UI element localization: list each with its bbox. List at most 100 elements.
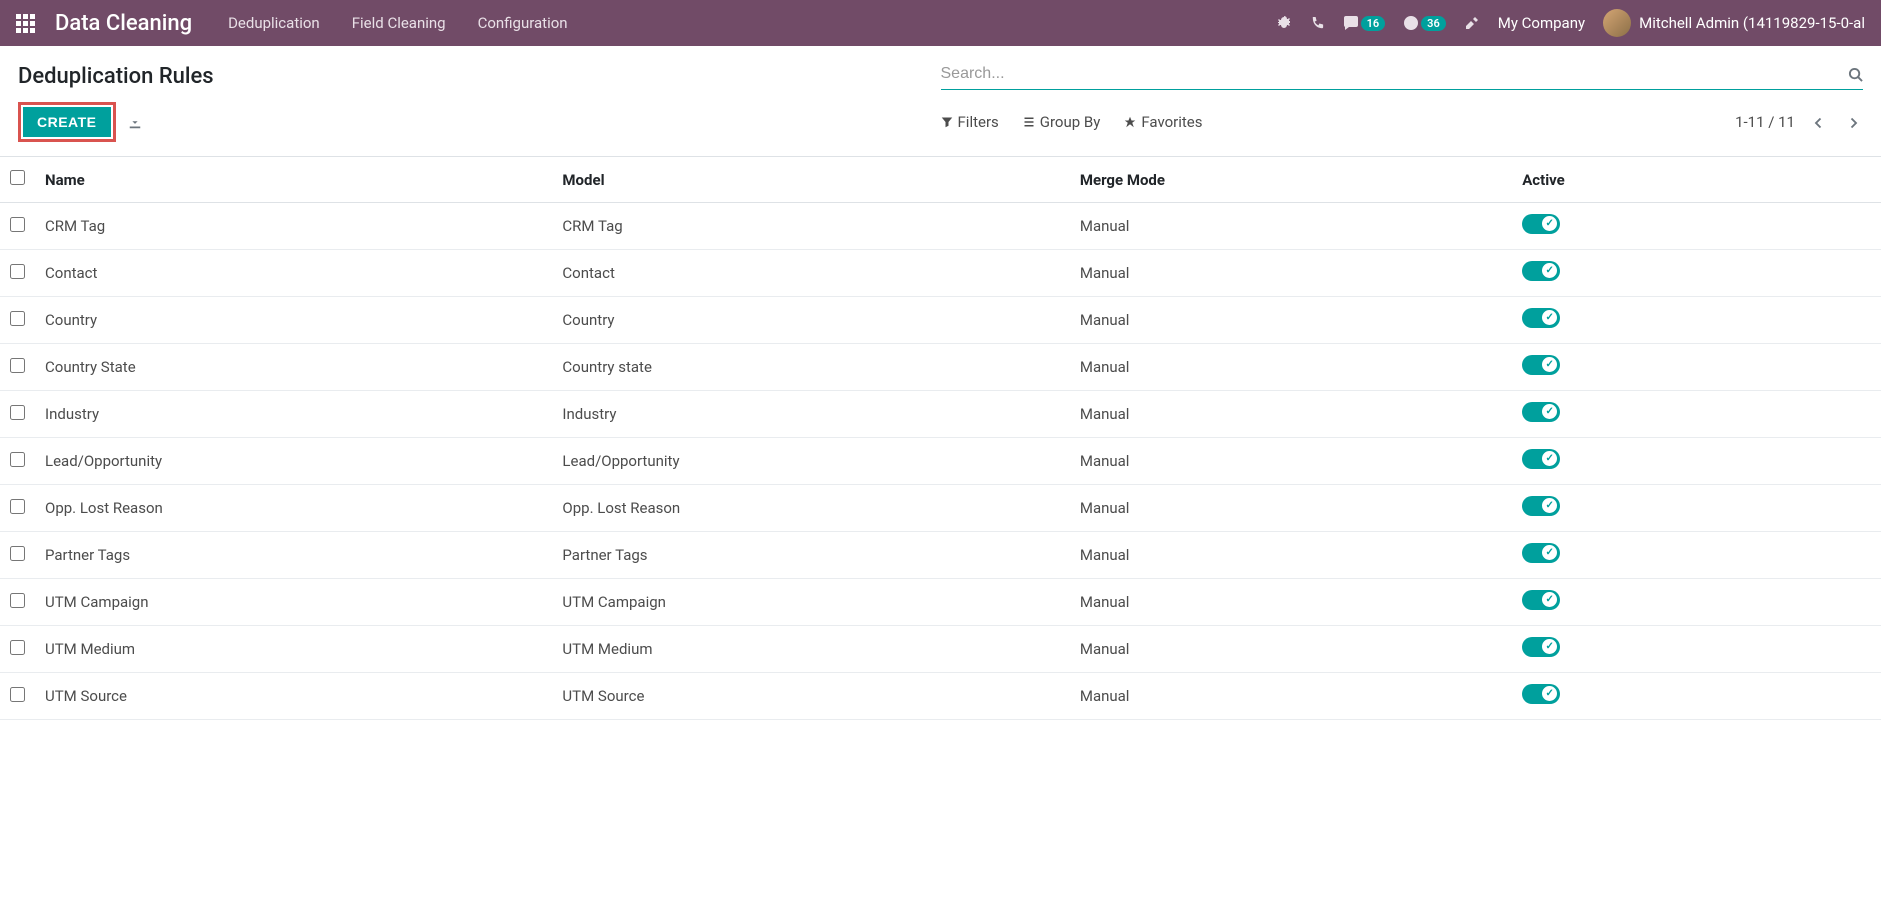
col-name[interactable]: Name (35, 157, 552, 203)
col-model[interactable]: Model (552, 157, 1069, 203)
active-toggle[interactable] (1522, 637, 1560, 657)
cell-name: Country State (35, 344, 552, 391)
col-active[interactable]: Active (1512, 157, 1881, 203)
active-toggle[interactable] (1522, 684, 1560, 704)
table-row[interactable]: Contact Contact Manual (0, 250, 1881, 297)
row-checkbox[interactable] (10, 358, 25, 373)
groupby-button[interactable]: Group By (1023, 113, 1101, 131)
table-header-row: Name Model Merge Mode Active (0, 157, 1881, 203)
cell-model: Lead/Opportunity (552, 438, 1069, 485)
table-row[interactable]: UTM Campaign UTM Campaign Manual (0, 579, 1881, 626)
cell-merge: Manual (1070, 626, 1512, 673)
pager-next[interactable] (1843, 109, 1863, 135)
search-input[interactable] (941, 65, 1849, 83)
cell-name: UTM Source (35, 673, 552, 720)
search-bar[interactable] (941, 58, 1864, 90)
active-toggle[interactable] (1522, 308, 1560, 328)
active-toggle[interactable] (1522, 214, 1560, 234)
active-toggle[interactable] (1522, 543, 1560, 563)
app-brand[interactable]: Data Cleaning (55, 11, 192, 36)
export-icon[interactable] (128, 113, 142, 131)
table-row[interactable]: Country State Country state Manual (0, 344, 1881, 391)
nav-deduplication[interactable]: Deduplication (228, 14, 320, 32)
cell-merge: Manual (1070, 297, 1512, 344)
user-menu[interactable]: Mitchell Admin (14119829-15-0-al (1603, 9, 1865, 37)
row-checkbox[interactable] (10, 640, 25, 655)
row-checkbox[interactable] (10, 593, 25, 608)
nav-configuration[interactable]: Configuration (478, 14, 568, 32)
table-row[interactable]: UTM Source UTM Source Manual (0, 673, 1881, 720)
row-checkbox[interactable] (10, 499, 25, 514)
table-row[interactable]: Opp. Lost Reason Opp. Lost Reason Manual (0, 485, 1881, 532)
pager-value[interactable]: 1-11 / 11 (1735, 113, 1795, 131)
cell-name: Opp. Lost Reason (35, 485, 552, 532)
cell-model: Country state (552, 344, 1069, 391)
active-toggle[interactable] (1522, 496, 1560, 516)
table-row[interactable]: Industry Industry Manual (0, 391, 1881, 438)
table-row[interactable]: UTM Medium UTM Medium Manual (0, 626, 1881, 673)
filters-label: Filters (958, 113, 999, 131)
rules-table: Name Model Merge Mode Active CRM Tag CRM… (0, 157, 1881, 720)
row-checkbox[interactable] (10, 264, 25, 279)
cell-model: Industry (552, 391, 1069, 438)
avatar (1603, 9, 1631, 37)
active-toggle[interactable] (1522, 355, 1560, 375)
active-toggle[interactable] (1522, 402, 1560, 422)
apps-icon[interactable] (16, 14, 35, 33)
cell-name: Partner Tags (35, 532, 552, 579)
cell-merge: Manual (1070, 203, 1512, 250)
favorites-button[interactable]: Favorites (1124, 113, 1202, 131)
cell-name: Contact (35, 250, 552, 297)
cell-model: UTM Campaign (552, 579, 1069, 626)
cell-merge: Manual (1070, 579, 1512, 626)
cell-merge: Manual (1070, 438, 1512, 485)
cell-model: UTM Source (552, 673, 1069, 720)
create-button[interactable]: CREATE (23, 107, 111, 137)
tools-icon[interactable] (1464, 15, 1480, 31)
control-panel: Deduplication Rules CREATE Filters (0, 46, 1881, 156)
cell-merge: Manual (1070, 250, 1512, 297)
list-view: Name Model Merge Mode Active CRM Tag CRM… (0, 156, 1881, 720)
table-row[interactable]: Partner Tags Partner Tags Manual (0, 532, 1881, 579)
row-checkbox[interactable] (10, 546, 25, 561)
cell-merge: Manual (1070, 532, 1512, 579)
filters-button[interactable]: Filters (941, 113, 999, 131)
row-checkbox[interactable] (10, 217, 25, 232)
pager-prev[interactable] (1809, 109, 1829, 135)
cell-name: Lead/Opportunity (35, 438, 552, 485)
table-row[interactable]: CRM Tag CRM Tag Manual (0, 203, 1881, 250)
select-all-checkbox[interactable] (10, 170, 25, 185)
cell-name: UTM Campaign (35, 579, 552, 626)
row-checkbox[interactable] (10, 405, 25, 420)
search-icon[interactable] (1848, 64, 1863, 83)
user-name: Mitchell Admin (14119829-15-0-al (1639, 14, 1865, 32)
groupby-label: Group By (1040, 113, 1101, 131)
active-toggle[interactable] (1522, 261, 1560, 281)
row-checkbox[interactable] (10, 452, 25, 467)
active-toggle[interactable] (1522, 590, 1560, 610)
table-row[interactable]: Lead/Opportunity Lead/Opportunity Manual (0, 438, 1881, 485)
messages-icon[interactable]: 16 (1343, 15, 1386, 31)
cell-model: Partner Tags (552, 532, 1069, 579)
cell-merge: Manual (1070, 391, 1512, 438)
cell-merge: Manual (1070, 673, 1512, 720)
nav-field-cleaning[interactable]: Field Cleaning (352, 14, 446, 32)
cell-model: CRM Tag (552, 203, 1069, 250)
debug-icon[interactable] (1276, 15, 1292, 31)
page-title: Deduplication Rules (18, 58, 941, 89)
row-checkbox[interactable] (10, 311, 25, 326)
col-merge[interactable]: Merge Mode (1070, 157, 1512, 203)
table-row[interactable]: Country Country Manual (0, 297, 1881, 344)
row-checkbox[interactable] (10, 687, 25, 702)
cell-name: Industry (35, 391, 552, 438)
create-highlight: CREATE (18, 102, 116, 142)
cell-merge: Manual (1070, 344, 1512, 391)
phone-icon[interactable] (1310, 16, 1325, 31)
activities-icon[interactable]: 36 (1403, 15, 1446, 31)
pager: 1-11 / 11 (1735, 109, 1863, 135)
cell-name: Country (35, 297, 552, 344)
active-toggle[interactable] (1522, 449, 1560, 469)
messages-badge: 16 (1361, 16, 1386, 31)
cell-model: Country (552, 297, 1069, 344)
company-selector[interactable]: My Company (1498, 14, 1585, 32)
